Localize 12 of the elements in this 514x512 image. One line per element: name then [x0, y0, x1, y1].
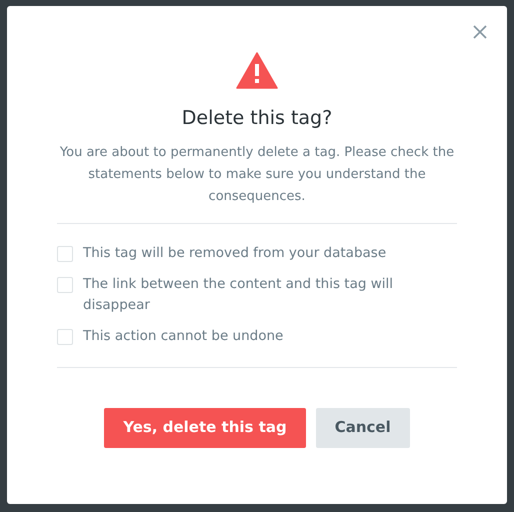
delete-button[interactable]: Yes, delete this tag: [104, 408, 306, 448]
checkbox-label: The link between the content and this tag will disappear: [83, 274, 394, 314]
dialog-message: You are about to permanently delete a tag. Please check the statements below to make sure you understand the consequences.: [58, 144, 456, 206]
checkbox[interactable]: [57, 328, 73, 344]
checkbox[interactable]: [57, 246, 73, 262]
dialog-title: Delete this tag?: [182, 106, 332, 131]
checkbox-label: This tag will be removed from your database: [83, 244, 386, 262]
warning-icon: [236, 52, 278, 89]
cancel-button[interactable]: Cancel: [316, 408, 410, 448]
checkbox-label: This action cannot be undone: [83, 326, 284, 346]
close-icon[interactable]: [473, 25, 487, 39]
checkbox[interactable]: [57, 276, 73, 292]
